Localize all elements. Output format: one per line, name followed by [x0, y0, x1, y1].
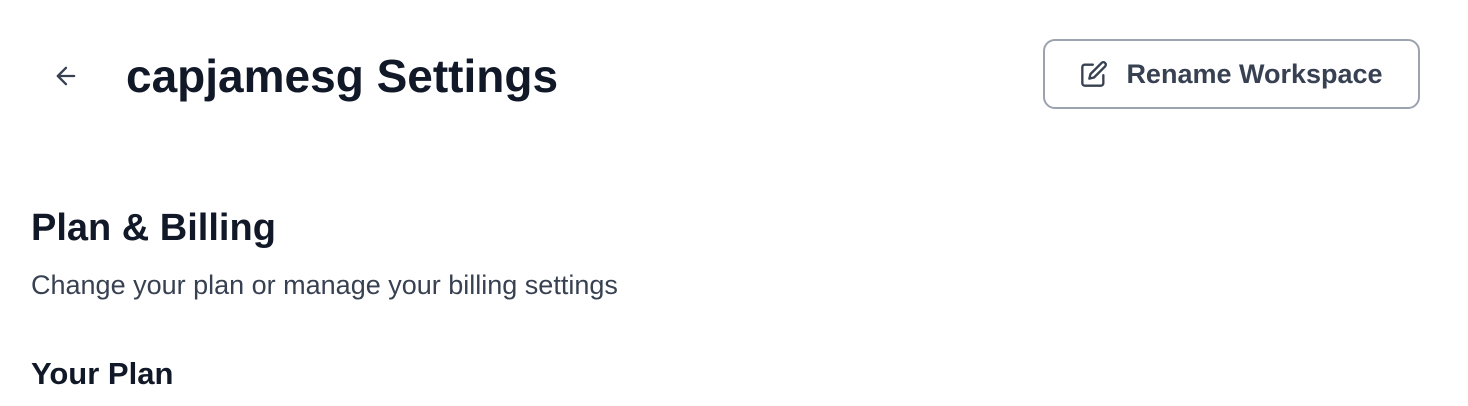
plan-billing-section: Plan & Billing Change your plan or manag…: [31, 204, 1231, 394]
settings-header: capjamesg Settings Rename Workspace: [0, 0, 1468, 150]
rename-workspace-label: Rename Workspace: [1126, 58, 1383, 89]
arrow-left-icon: [56, 66, 76, 86]
plan-billing-subtitle: Change your plan or manage your billing …: [31, 270, 618, 300]
plan-billing-title: Plan & Billing: [31, 207, 276, 249]
back-button[interactable]: [44, 54, 88, 98]
rename-workspace-button[interactable]: Rename Workspace: [1043, 39, 1420, 109]
page-title: capjamesg Settings: [126, 50, 559, 102]
edit-icon: [1081, 61, 1108, 87]
your-plan-title: Your Plan: [31, 356, 174, 391]
